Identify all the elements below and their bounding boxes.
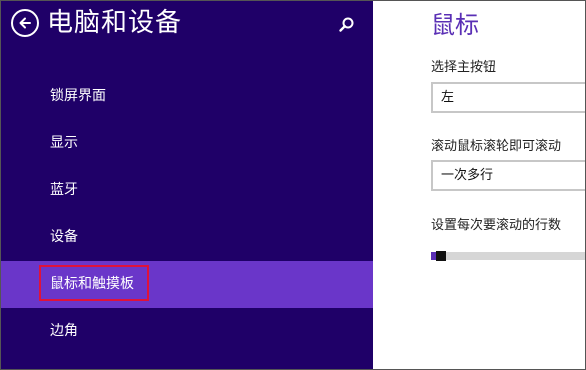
nav-item-label: 显示 (50, 135, 78, 151)
primary-button-dropdown[interactable]: 左 (431, 82, 585, 113)
slider-thumb[interactable] (436, 251, 446, 261)
nav-item-label: 鼠标和触摸板 (50, 276, 134, 292)
search-button[interactable] (337, 15, 357, 35)
primary-button-value: 左 (441, 90, 455, 105)
scroll-mode-value: 一次多行 (441, 168, 494, 183)
nav-item-label: 蓝牙 (50, 182, 78, 198)
settings-nav-pane: 电脑和设备 锁屏界面 显示 蓝牙 设备 鼠标和触摸板 边角 (1, 1, 373, 369)
nav-item-label: 设备 (50, 229, 78, 245)
detail-title: 鼠标 (431, 11, 479, 39)
nav-item-corners[interactable]: 边角 (1, 308, 373, 355)
page-title: 电脑和设备 (47, 8, 183, 38)
scroll-lines-slider[interactable] (431, 251, 585, 261)
nav-list: 锁屏界面 显示 蓝牙 设备 鼠标和触摸板 边角 (1, 73, 373, 355)
nav-item-display[interactable]: 显示 (1, 120, 373, 167)
back-button[interactable] (11, 9, 39, 37)
nav-item-bluetooth[interactable]: 蓝牙 (1, 167, 373, 214)
scroll-mode-label: 滚动鼠标滚轮即可滚动 (431, 139, 562, 154)
nav-item-lock-screen[interactable]: 锁屏界面 (1, 73, 373, 120)
primary-button-label: 选择主按钮 (431, 60, 497, 75)
scroll-lines-label: 设置每次要滚动的行数 (431, 218, 562, 233)
scroll-mode-dropdown[interactable]: 一次多行 (431, 160, 585, 191)
back-arrow-icon (19, 17, 31, 29)
nav-item-mouse-touchpad[interactable]: 鼠标和触摸板 (1, 261, 373, 308)
nav-item-devices[interactable]: 设备 (1, 214, 373, 261)
settings-window: 电脑和设备 锁屏界面 显示 蓝牙 设备 鼠标和触摸板 边角 鼠标 选择主按钮 左… (0, 0, 586, 370)
search-icon (339, 17, 354, 32)
nav-item-label: 锁屏界面 (50, 88, 106, 104)
detail-pane: 鼠标 选择主按钮 左 滚动鼠标滚轮即可滚动 一次多行 设置每次要滚动的行数 (373, 1, 585, 369)
nav-item-label: 边角 (50, 323, 78, 339)
